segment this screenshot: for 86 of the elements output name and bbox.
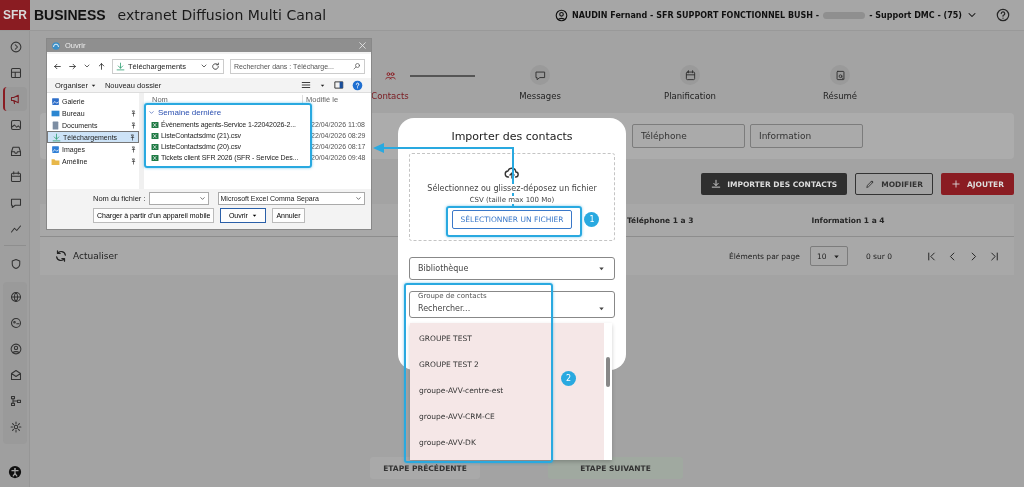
chart-icon bbox=[9, 223, 22, 235]
help-icon[interactable] bbox=[352, 79, 363, 91]
face-icon bbox=[9, 317, 22, 329]
user-role: - Support DMC - (75) bbox=[869, 10, 962, 20]
step-label: Contacts bbox=[371, 91, 409, 101]
file-name-field[interactable] bbox=[148, 192, 209, 205]
refresh-button[interactable]: Actualiser bbox=[54, 249, 118, 263]
caret-icon bbox=[597, 264, 606, 273]
cloud-upload-icon bbox=[504, 165, 520, 181]
globe-icon bbox=[9, 291, 22, 303]
tree-icon bbox=[9, 395, 22, 407]
calendar-icon bbox=[684, 69, 696, 81]
search-icon bbox=[353, 62, 361, 70]
megaphone-icon bbox=[9, 93, 22, 105]
chevron-down-icon bbox=[148, 109, 155, 116]
pin-icon bbox=[130, 109, 137, 117]
image-icon bbox=[9, 119, 22, 131]
step-circle[interactable] bbox=[680, 65, 700, 85]
step-circle[interactable] bbox=[830, 65, 850, 85]
step-label: Messages bbox=[519, 91, 561, 101]
document-icon bbox=[51, 120, 60, 130]
scrollbar[interactable] bbox=[604, 323, 612, 460]
gallery-icon bbox=[51, 96, 60, 106]
document-search-icon bbox=[834, 69, 846, 81]
step-circle[interactable] bbox=[530, 65, 550, 85]
folder-icon bbox=[51, 156, 60, 166]
mail-icon bbox=[9, 369, 22, 381]
refresh-icon bbox=[54, 249, 68, 263]
first-page-icon[interactable] bbox=[926, 250, 937, 262]
pin-icon bbox=[130, 121, 137, 129]
help-icon[interactable] bbox=[996, 8, 1010, 22]
brand-name: BUSINESS bbox=[34, 7, 106, 23]
download-icon bbox=[711, 179, 722, 189]
up-icon[interactable] bbox=[97, 61, 106, 71]
library-select[interactable]: Bibliothèque bbox=[409, 257, 615, 280]
desktop-icon bbox=[51, 108, 60, 118]
shield-icon bbox=[9, 258, 22, 270]
images-icon bbox=[51, 144, 60, 154]
chevron-down-icon[interactable] bbox=[83, 62, 91, 70]
gear-icon bbox=[9, 421, 22, 433]
user-icon bbox=[9, 343, 22, 355]
user-name: NAUDIN Fernand - SFR SUPPORT FONCTIONNEL BUSH - bbox=[572, 10, 820, 20]
plus-icon bbox=[950, 179, 961, 189]
step-label: Résumé bbox=[822, 91, 858, 101]
spreadsheet-icon bbox=[151, 153, 159, 162]
chevron-circle-icon bbox=[9, 41, 22, 53]
pane-icon[interactable] bbox=[334, 80, 344, 90]
spreadsheet-icon bbox=[151, 131, 159, 140]
refresh-icon bbox=[211, 61, 220, 71]
caret-icon bbox=[250, 212, 258, 219]
back-icon[interactable] bbox=[53, 61, 62, 71]
people-icon bbox=[384, 69, 396, 81]
download-icon bbox=[52, 132, 61, 142]
app-title: extranet Diffusion Multi Canal bbox=[117, 7, 327, 23]
download-icon bbox=[116, 61, 125, 71]
sidebar-item[interactable] bbox=[2, 87, 27, 111]
forward-icon[interactable] bbox=[68, 61, 77, 71]
chevron-down-icon bbox=[200, 62, 208, 70]
caret-icon bbox=[597, 304, 606, 313]
last-page-icon[interactable] bbox=[989, 250, 1000, 262]
user-icon bbox=[555, 8, 568, 22]
select-value: Bibliothèque bbox=[418, 264, 469, 273]
chevron-down-icon bbox=[355, 195, 362, 202]
inbox-icon bbox=[9, 145, 22, 157]
view-list-icon[interactable] bbox=[301, 80, 311, 90]
chat-icon bbox=[9, 197, 22, 209]
step-label: Planification bbox=[664, 91, 716, 101]
spreadsheet-icon bbox=[151, 120, 159, 129]
pin-icon bbox=[130, 157, 137, 165]
select-placeholder: Rechercher... bbox=[418, 304, 471, 313]
app-icon bbox=[51, 40, 61, 51]
dialog-title: Importer des contacts bbox=[450, 130, 574, 143]
drop-instructions: Sélectionnez ou glissez-déposez un fichier bbox=[425, 184, 599, 193]
group-header: Semaine dernière bbox=[158, 108, 222, 117]
pencil-icon bbox=[865, 179, 876, 189]
layout-icon bbox=[9, 67, 22, 79]
pin-icon bbox=[129, 133, 136, 141]
logo: SFR bbox=[0, 0, 30, 30]
filter-field[interactable]: Information bbox=[750, 124, 863, 148]
filter-field[interactable]: Téléphone bbox=[632, 124, 745, 148]
pin-icon bbox=[130, 145, 137, 153]
chat-icon bbox=[534, 69, 546, 81]
calendar-icon bbox=[9, 171, 22, 183]
chevron-down-icon bbox=[198, 195, 206, 202]
accessibility-icon[interactable] bbox=[7, 465, 22, 479]
spreadsheet-icon bbox=[151, 142, 159, 151]
